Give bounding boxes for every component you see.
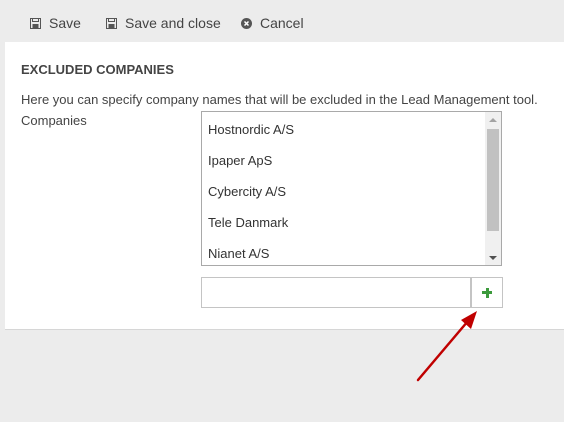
section-title: EXCLUDED COMPANIES <box>21 62 174 77</box>
list-item[interactable]: Cybercity A/S <box>208 184 286 199</box>
save-and-close-button[interactable]: Save and close <box>106 15 221 31</box>
cancel-label: Cancel <box>260 15 304 31</box>
floppy-disk-icon <box>30 17 41 29</box>
list-item[interactable]: Hostnordic A/S <box>208 122 294 137</box>
list-item[interactable]: Nianet A/S <box>208 246 269 261</box>
settings-panel: EXCLUDED COMPANIES Here you can specify … <box>5 42 564 330</box>
list-item[interactable]: Ipaper ApS <box>208 153 272 168</box>
companies-label: Companies <box>21 113 87 128</box>
scroll-down-icon[interactable] <box>489 256 497 260</box>
add-company-input[interactable] <box>201 277 471 308</box>
save-button[interactable]: Save <box>30 15 81 31</box>
add-company-button[interactable] <box>471 277 503 308</box>
scroll-thumb[interactable] <box>487 129 499 231</box>
floppy-disk-icon <box>106 17 117 29</box>
save-and-close-label: Save and close <box>125 15 221 31</box>
toolbar: Save Save and close Cancel <box>5 3 564 42</box>
listbox-scrollbar[interactable] <box>485 112 501 265</box>
close-circle-icon <box>241 17 252 29</box>
companies-listbox[interactable]: Hostnordic A/S Ipaper ApS Cybercity A/S … <box>201 111 502 266</box>
save-label: Save <box>49 15 81 31</box>
list-item[interactable]: Tele Danmark <box>208 215 288 230</box>
section-description: Here you can specify company names that … <box>21 92 538 107</box>
cancel-button[interactable]: Cancel <box>241 15 304 31</box>
scroll-up-icon[interactable] <box>489 118 497 122</box>
